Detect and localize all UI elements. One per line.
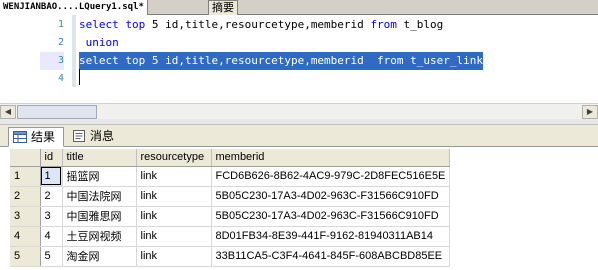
- code-line-1[interactable]: select top 5 id,title,resourcetype,membe…: [79, 16, 443, 34]
- keyword: select: [79, 18, 119, 31]
- cell-id[interactable]: 5: [40, 246, 63, 267]
- cell-resourcetype[interactable]: link: [136, 166, 212, 187]
- cell-id[interactable]: 1: [40, 166, 63, 187]
- table-row: 4 4 土豆网视频 link 8D01FB34-8E39-441F-9162-8…: [10, 226, 451, 247]
- cell-title[interactable]: 摇篮网: [62, 166, 137, 187]
- cell-title[interactable]: 土豆网视频: [62, 226, 137, 247]
- cell-memberid[interactable]: 5B05C230-17A3-4D02-963C-F31566C910FD: [211, 186, 451, 207]
- grid-icon: [13, 131, 27, 143]
- row-number[interactable]: 1: [10, 166, 41, 187]
- keyword: select: [79, 54, 119, 67]
- line-number: 1: [57, 19, 64, 30]
- cell-memberid[interactable]: 8D01FB34-8E39-441F-9162-81940311AB14: [211, 226, 451, 247]
- column-header-memberid[interactable]: memberid: [211, 149, 451, 167]
- message-icon: [73, 130, 85, 142]
- scroll-left-icon[interactable]: ◀: [0, 105, 16, 119]
- cell-title[interactable]: 中国雅思网: [62, 206, 137, 227]
- tab-messages-label: 消息: [90, 129, 115, 143]
- column-header-title[interactable]: title: [62, 149, 137, 167]
- tab-results-label: 结果: [31, 130, 56, 144]
- query-editor[interactable]: 1 2 3 4 select top 5 id,title,resourcety…: [0, 15, 598, 103]
- table-row: 5 5 淘金网 link 33B11CA5-C3F4-4641-845F-608…: [10, 246, 451, 267]
- cell-title[interactable]: 淘金网: [62, 246, 137, 267]
- line-number: 2: [57, 37, 64, 48]
- table-row: 2 2 中国法院网 link 5B05C230-17A3-4D02-963C-F…: [10, 186, 451, 207]
- cell-title[interactable]: 中国法院网: [62, 186, 137, 207]
- line-number-gutter: 1 2 3 4: [0, 15, 78, 103]
- keyword: from: [370, 18, 397, 31]
- line-number: 4: [57, 73, 64, 84]
- row-number[interactable]: 3: [10, 206, 41, 227]
- tab-summary[interactable]: 摘要: [208, 0, 238, 15]
- results-grid: id title resourcetype memberid 1 1 摇篮网 l…: [0, 148, 598, 270]
- document-tab-strip: WENJIANBAO....LQuery1.sql* 摘要: [0, 0, 598, 15]
- cell-memberid[interactable]: FCD6B626-8B62-4AC9-979C-2D8FEC516E5E: [211, 166, 451, 187]
- code-line-3-selected[interactable]: select top 5 id,title,resourcetype,membe…: [79, 52, 484, 70]
- keyword: union: [85, 36, 119, 49]
- table-row: 1 1 摇篮网 link FCD6B626-8B62-4AC9-979C-2D8…: [10, 166, 451, 187]
- column-header-resourcetype[interactable]: resourcetype: [136, 149, 212, 167]
- table-row: 3 3 中国雅思网 link 5B05C230-17A3-4D02-963C-F…: [10, 206, 451, 227]
- cell-id[interactable]: 4: [40, 226, 63, 247]
- results-table: id title resourcetype memberid 1 1 摇篮网 l…: [10, 149, 451, 267]
- result-tab-strip: 结果 消息: [0, 125, 598, 147]
- tab-results[interactable]: 结果: [8, 127, 64, 147]
- cell-memberid[interactable]: 5B05C230-17A3-4D02-963C-F31566C910FD: [211, 206, 451, 227]
- header-row: id title resourcetype memberid: [10, 149, 451, 167]
- keyword: top: [125, 18, 146, 31]
- keyword: from: [377, 54, 404, 67]
- code-text: 5 id,title,resourcetype,memberid: [145, 54, 378, 67]
- cell-id[interactable]: 2: [40, 186, 63, 207]
- row-number[interactable]: 2: [10, 186, 41, 207]
- tab-query-document[interactable]: WENJIANBAO....LQuery1.sql*: [0, 0, 148, 15]
- change-tracking-bar: [72, 15, 76, 87]
- code-line-2[interactable]: union: [79, 34, 119, 52]
- cell-id[interactable]: 3: [40, 206, 63, 227]
- editor-horizontal-scrollbar[interactable]: ◀ ▶: [0, 103, 598, 119]
- line-number: 3: [40, 52, 64, 70]
- cell-resourcetype[interactable]: link: [136, 226, 212, 247]
- cell-memberid[interactable]: 33B11CA5-C3F4-4641-845F-608ABCBD85EE: [211, 246, 451, 267]
- keyword: top: [125, 54, 146, 67]
- cell-resourcetype[interactable]: link: [136, 246, 212, 267]
- column-header-id[interactable]: id: [40, 149, 63, 167]
- scroll-right-icon[interactable]: ▶: [582, 105, 598, 119]
- cell-resourcetype[interactable]: link: [136, 206, 212, 227]
- corner-header[interactable]: [10, 149, 41, 167]
- cell-resourcetype[interactable]: link: [136, 186, 212, 207]
- code-text: t_user_link: [403, 54, 484, 67]
- code-text: 5 id,title,resourcetype,memberid: [145, 18, 371, 31]
- tab-messages[interactable]: 消息: [68, 127, 120, 147]
- scrollbar-thumb[interactable]: [17, 105, 97, 119]
- text-caret: [79, 69, 80, 85]
- row-number[interactable]: 4: [10, 226, 41, 247]
- code-text: t_blog: [396, 18, 444, 31]
- row-number[interactable]: 5: [10, 246, 41, 267]
